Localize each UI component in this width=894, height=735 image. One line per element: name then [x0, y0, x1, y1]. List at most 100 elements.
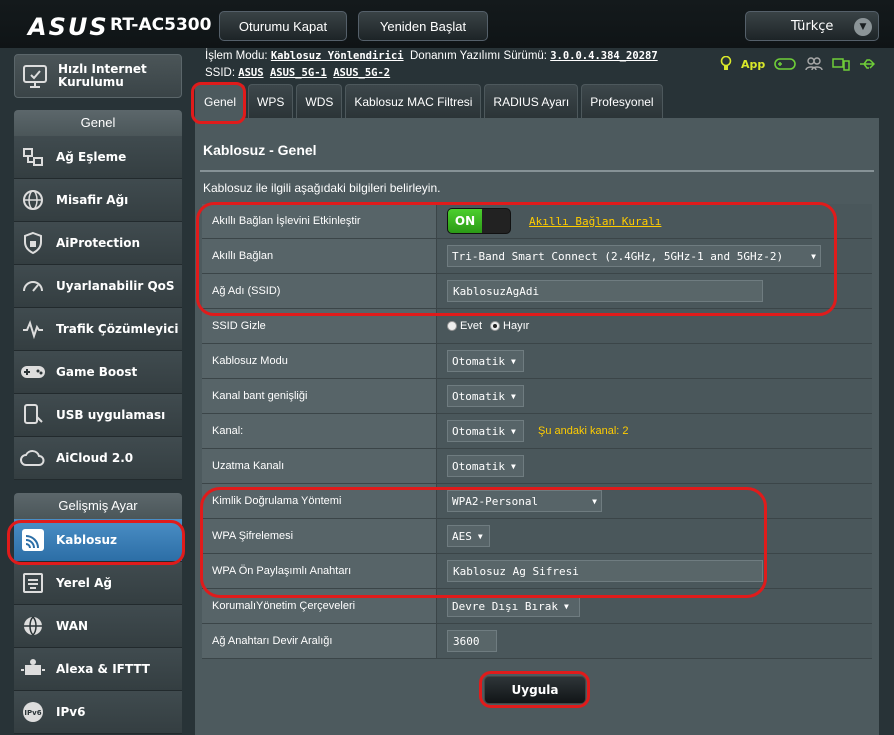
title-divider: [200, 170, 874, 172]
ssid-link-3[interactable]: ASUS_5G-2: [333, 67, 390, 79]
field-label: Uzatma Kanalı: [202, 449, 436, 483]
quick-internet-setup-button[interactable]: Hızlı Internet Kurulumu: [14, 54, 182, 98]
radio-label: Evet: [460, 320, 483, 332]
field-label: Kanal:: [202, 414, 436, 448]
tab-wds[interactable]: WDS: [296, 84, 343, 118]
lan-icon: [20, 570, 46, 596]
field-label: Ağ Adı (SSID): [202, 274, 436, 308]
language-select[interactable]: Türkçe ▼: [745, 11, 879, 41]
sidebar-item-usb-application[interactable]: USB uygulaması: [14, 394, 182, 437]
sidebar-item-lan[interactable]: Yerel Ağ: [14, 562, 182, 605]
sidebar-item-wireless[interactable]: Kablosuz: [14, 519, 182, 562]
ipv6-icon: IPv6: [20, 699, 46, 725]
apply-button[interactable]: Uygula: [484, 676, 586, 704]
sidebar-item-traffic-analyzer[interactable]: Trafik Çözümleyici: [14, 308, 182, 351]
lightbulb-icon[interactable]: [720, 56, 732, 72]
sidebar-item-label: AiCloud 2.0: [56, 451, 134, 465]
caret-down-icon: ▼: [510, 461, 516, 471]
wireless-mode-select[interactable]: Otomatik ▼: [447, 350, 524, 372]
svg-text:IPv6: IPv6: [24, 709, 41, 717]
extension-channel-select[interactable]: Otomatik ▼: [447, 455, 524, 477]
smart-connect-rule-link[interactable]: Akıllı Bağlan Kuralı: [529, 215, 661, 228]
sidebar-item-network-map[interactable]: Ağ Eşleme: [14, 136, 182, 179]
pmf-select[interactable]: Devre Dışı Bırak ▼: [447, 595, 580, 617]
mode-value-link[interactable]: Kablosuz Yönlendirici: [271, 50, 404, 62]
hide-ssid-no-radio[interactable]: Hayır: [490, 320, 529, 332]
field-label: Kanal bant genişliği: [202, 379, 436, 413]
caret-down-icon: ▼: [811, 251, 816, 261]
tab-wps[interactable]: WPS: [248, 84, 294, 118]
ssid-link-1[interactable]: ASUS: [238, 67, 263, 79]
row-smart-connect-enable: Akıllı Bağlan İşlevini Etkinleştir ON Ak…: [202, 204, 872, 239]
field-label: Akıllı Bağlan İşlevini Etkinleştir: [202, 204, 436, 238]
sidebar-item-aicloud[interactable]: AiCloud 2.0: [14, 437, 182, 480]
wan-globe-icon: [20, 613, 46, 639]
channel-select[interactable]: Otomatik ▼: [447, 420, 524, 442]
hide-ssid-yes-radio[interactable]: Evet: [447, 320, 482, 332]
radio-dot: [447, 321, 457, 331]
sidebar-advanced-header: Gelişmiş Ayar: [14, 493, 182, 519]
sidebar-item-ipv6[interactable]: IPv6 IPv6: [14, 691, 182, 734]
sidebar-general-header: Genel: [14, 110, 182, 136]
quick-setup-icon: [22, 63, 48, 89]
row-channel: Kanal: Otomatik ▼ Şu andaki kanal: 2: [202, 414, 872, 449]
reboot-button[interactable]: Yeniden Başlat: [358, 11, 488, 41]
smart-connect-select[interactable]: Tri-Band Smart Connect (2.4GHz, 5GHz-1 a…: [447, 245, 821, 267]
sidebar-advanced-menu: Kablosuz Yerel Ağ WAN Alexa & IFTTT IPv6…: [14, 519, 182, 734]
row-auth-method: Kimlik Doğrulama Yöntemi WPA2-Personal ▼: [202, 484, 872, 519]
select-value: Devre Dışı Bırak: [452, 599, 558, 613]
caret-down-icon: ▼: [563, 601, 569, 611]
gamepad-status-icon[interactable]: [774, 57, 797, 71]
sidebar-item-aiprotection[interactable]: AiProtection: [14, 222, 182, 265]
select-value: Tri-Band Smart Connect (2.4GHz, 5GHz-1 a…: [452, 249, 784, 263]
quick-setup-label: Hızlı Internet Kurulumu: [58, 62, 147, 89]
row-extension-channel: Uzatma Kanalı Otomatik ▼: [202, 449, 872, 484]
page-title: Kablosuz - Genel: [203, 142, 317, 158]
field-label: WPA Şifrelemesi: [202, 519, 436, 553]
select-value: Otomatik: [452, 424, 505, 438]
sidebar-item-label: Misafir Ağı: [56, 193, 129, 207]
sidebar-item-label: AiProtection: [56, 236, 140, 250]
usb-status-icon[interactable]: [859, 57, 876, 71]
auth-method-select[interactable]: WPA2-Personal ▼: [447, 490, 602, 512]
sidebar-item-label: USB uygulaması: [56, 408, 166, 422]
sidebar-item-alexa-ifttt[interactable]: Alexa & IFTTT: [14, 648, 182, 691]
caret-down-icon: ▼: [510, 391, 516, 401]
cloud-icon: [20, 445, 46, 471]
tab-radius[interactable]: RADIUS Ayarı: [484, 84, 579, 118]
tab-mac-filter[interactable]: Kablosuz MAC Filtresi: [345, 84, 482, 118]
field-label: WPA Ön Paylaşımlı Anahtarı: [202, 554, 436, 588]
tab-professional[interactable]: Profesyonel: [581, 84, 663, 118]
sidebar-item-wan[interactable]: WAN: [14, 605, 182, 648]
devices-icon[interactable]: [832, 57, 851, 71]
toggle-on-label: ON: [448, 209, 482, 233]
sidebar-item-guest-network[interactable]: Misafir Ağı: [14, 179, 182, 222]
users-icon[interactable]: [805, 57, 823, 71]
firmware-value-link[interactable]: 3.0.0.4.384_20287: [550, 50, 657, 62]
app-label[interactable]: App: [741, 58, 765, 71]
wpa-key-input[interactable]: Kablosuz Ag Sifresi: [447, 560, 763, 582]
shield-icon: [20, 230, 46, 256]
key-rotation-input[interactable]: 3600: [447, 630, 497, 652]
sidebar-item-label: WAN: [56, 619, 89, 633]
sidebar-item-label: Yerel Ağ: [56, 576, 112, 590]
tab-general[interactable]: Genel: [195, 84, 246, 118]
wpa-encryption-select[interactable]: AES ▼: [447, 525, 490, 547]
logout-button[interactable]: Oturumu Kapat: [219, 11, 347, 41]
field-label: Kimlik Doğrulama Yöntemi: [202, 484, 436, 518]
alexa-icon: [20, 656, 46, 682]
sidebar-item-game-boost[interactable]: Game Boost: [14, 351, 182, 394]
smart-connect-toggle[interactable]: ON: [447, 208, 511, 234]
mode-label: İşlem Modu:: [205, 50, 268, 62]
ssid-input[interactable]: KablosuzAgAdi: [447, 280, 763, 302]
bandwidth-select[interactable]: Otomatik ▼: [447, 385, 524, 407]
sidebar-item-qos[interactable]: Uyarlanabilir QoS: [14, 265, 182, 308]
row-hide-ssid: SSID Gizle Evet Hayır: [202, 309, 872, 344]
radio-label: Hayır: [503, 320, 530, 332]
sidebar-general-menu: Ağ Eşleme Misafir Ağı AiProtection Uyarl…: [14, 136, 182, 480]
field-label: Kablosuz Modu: [202, 344, 436, 378]
caret-down-icon: ▼: [510, 426, 516, 436]
ssid-link-2[interactable]: ASUS_5G-1: [270, 67, 327, 79]
field-label: SSID Gizle: [202, 309, 436, 343]
select-value: Otomatik: [452, 459, 505, 473]
